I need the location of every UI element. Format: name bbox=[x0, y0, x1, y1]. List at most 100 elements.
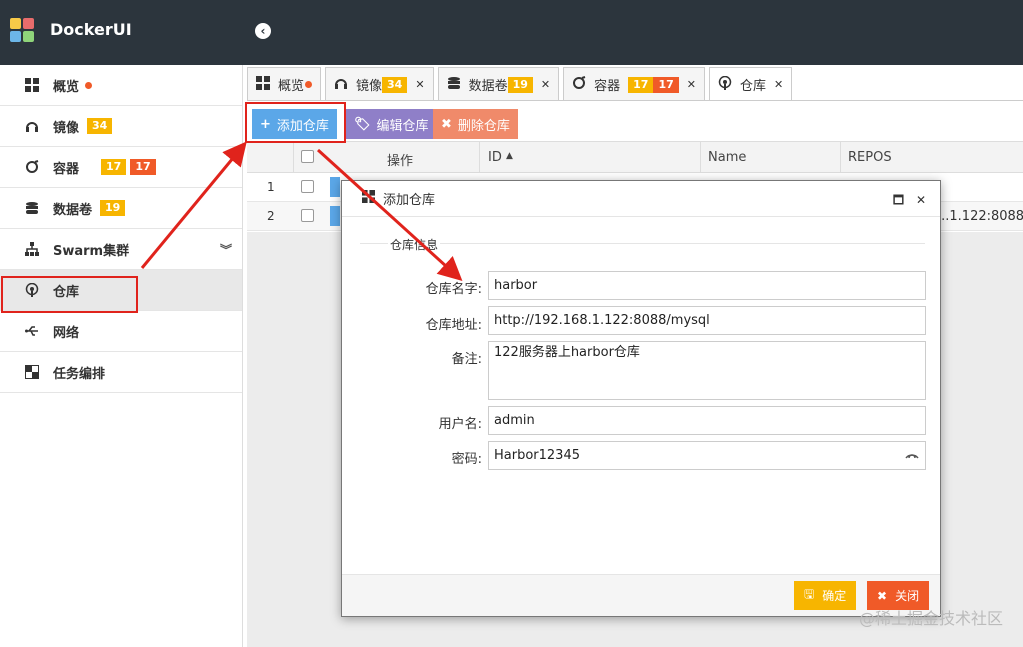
grid-header: 操作 ID ▲ Name REPOS bbox=[247, 141, 1023, 173]
database-icon bbox=[24, 200, 40, 216]
sidebar-item-label: 容器 bbox=[53, 161, 80, 177]
containers-running-badge: 17 bbox=[101, 159, 127, 175]
tab-label: 概览 bbox=[278, 79, 305, 94]
sort-asc-icon: ▲ bbox=[506, 151, 513, 161]
headphones-icon bbox=[334, 76, 348, 94]
dialog-title-bar: 添加仓库 bbox=[342, 181, 940, 217]
notification-dot bbox=[305, 81, 313, 88]
collapse-sidebar-icon[interactable]: ‹ bbox=[255, 23, 271, 39]
container-icon bbox=[572, 75, 586, 94]
tab-divider bbox=[247, 100, 1023, 101]
sidebar-item-label: 镜像 bbox=[53, 120, 80, 136]
sidebar-item-overview[interactable]: 概览 bbox=[0, 65, 242, 106]
chevron-down-icon: ︾ bbox=[219, 243, 232, 257]
username-input[interactable]: admin bbox=[488, 406, 926, 435]
tab-bar: 概览 镜像 34 ✕ 数据卷 19 ✕ 容器 17 17 ✕ 仓库 ✕ bbox=[247, 67, 796, 101]
tag-icon: 🏷 bbox=[354, 116, 371, 132]
sidebar-item-swarm[interactable]: Swarm集群 ︾ bbox=[0, 229, 242, 270]
sidebar-item-containers[interactable]: 容器 17 17 bbox=[0, 147, 242, 188]
password-value: Harbor12345 bbox=[494, 448, 580, 463]
close-icon[interactable]: ✕ bbox=[415, 78, 424, 91]
sidebar-item-label: 任务编排 bbox=[53, 366, 106, 382]
close-icon: ✖ bbox=[877, 588, 888, 603]
fieldset-divider bbox=[360, 243, 925, 244]
tab-label: 仓库 bbox=[739, 79, 766, 94]
registry-name-input[interactable]: harbor bbox=[488, 271, 926, 300]
registry-address-label: 仓库地址: bbox=[425, 318, 482, 333]
tab-containers[interactable]: 容器 17 17 ✕ bbox=[563, 67, 705, 101]
usb-icon bbox=[24, 323, 40, 339]
sidebar-item-label: 概览 bbox=[53, 79, 80, 95]
database-icon bbox=[447, 76, 461, 94]
windows-icon bbox=[24, 77, 40, 93]
confirm-button[interactable]: 🖫 确定 bbox=[794, 581, 857, 610]
sidebar-item-tasks[interactable]: 任务编排 bbox=[0, 352, 242, 393]
fieldset-legend: 仓库信息 bbox=[388, 236, 441, 253]
sidebar: 概览 镜像 34 容器 17 17 数据卷 19 Swarm集群 ︾ 仓库 网络… bbox=[0, 65, 243, 647]
edit-registry-button[interactable]: 🏷 编辑仓库 bbox=[346, 109, 437, 139]
column-header-name[interactable]: Name bbox=[708, 150, 746, 165]
container-icon bbox=[24, 159, 40, 175]
headphones-icon bbox=[24, 118, 40, 134]
tab-badge: 17 bbox=[628, 76, 654, 93]
username-label: 用户名: bbox=[438, 417, 482, 432]
confirm-label: 确定 bbox=[822, 589, 847, 603]
row-action-button[interactable] bbox=[330, 177, 340, 197]
tab-label: 数据卷 bbox=[468, 79, 508, 94]
tab-badge: 19 bbox=[507, 76, 533, 93]
registry-name-label: 仓库名字: bbox=[425, 282, 482, 297]
close-icon[interactable]: ✕ bbox=[541, 78, 550, 91]
images-count-badge: 34 bbox=[87, 118, 113, 134]
password-field[interactable]: Harbor12345 bbox=[488, 441, 926, 470]
edit-registry-label: 编辑仓库 bbox=[376, 118, 429, 134]
tab-volumes[interactable]: 数据卷 19 ✕ bbox=[437, 67, 560, 101]
app-title: DockerUI bbox=[50, 20, 132, 39]
sidebar-item-images[interactable]: 镜像 34 bbox=[0, 106, 242, 147]
delete-registry-button[interactable]: ✖ 删除仓库 bbox=[433, 109, 518, 139]
tab-label: 镜像 bbox=[356, 79, 383, 94]
row-checkbox[interactable] bbox=[301, 180, 314, 193]
close-icon: ✖ bbox=[441, 116, 452, 132]
row-action-button[interactable] bbox=[330, 206, 340, 226]
windows-icon bbox=[362, 190, 375, 207]
app-header: DockerUI ‹ bbox=[0, 0, 1023, 65]
add-registry-dialog: 添加仓库 🗖 ✕ 仓库信息 仓库名字: harbor 仓库地址: http://… bbox=[341, 180, 941, 617]
delete-registry-label: 删除仓库 bbox=[457, 118, 510, 134]
select-all-checkbox[interactable] bbox=[301, 150, 314, 163]
tab-overview[interactable]: 概览 bbox=[247, 67, 322, 101]
show-password-icon[interactable] bbox=[905, 443, 919, 470]
tab-registry[interactable]: 仓库 ✕ bbox=[708, 67, 793, 101]
close-icon[interactable]: ✕ bbox=[774, 78, 783, 91]
windows-icon bbox=[256, 75, 270, 94]
maximize-icon[interactable]: 🗖 bbox=[893, 193, 904, 207]
registry-address-input[interactable]: http://192.168.1.122:8088/mysql bbox=[488, 306, 926, 335]
sidebar-item-network[interactable]: 网络 bbox=[0, 311, 242, 352]
tasks-icon bbox=[24, 364, 40, 380]
tab-label: 容器 bbox=[594, 79, 621, 94]
save-icon: 🖫 bbox=[804, 587, 815, 601]
column-header-repos[interactable]: REPOS bbox=[848, 150, 892, 165]
row-number: 1 bbox=[267, 180, 275, 194]
dialog-title: 添加仓库 bbox=[383, 193, 436, 208]
password-label: 密码: bbox=[451, 452, 482, 467]
close-icon[interactable]: ✕ bbox=[916, 193, 926, 207]
tab-badge: 17 bbox=[653, 76, 679, 93]
dockerui-logo-icon bbox=[10, 18, 36, 44]
column-header-actions: 操作 bbox=[387, 154, 414, 169]
row-checkbox[interactable] bbox=[301, 209, 314, 222]
dialog-controls: 🗖 ✕ bbox=[885, 191, 926, 212]
close-icon[interactable]: ✕ bbox=[687, 78, 696, 91]
column-header-id[interactable]: ID bbox=[488, 150, 502, 165]
remark-textarea[interactable]: 122服务器上harbor仓库 bbox=[488, 341, 926, 400]
watermark-text: @稀土掘金技术社区 bbox=[858, 609, 1003, 628]
row-repos-cell: ...1.122:8088/ bbox=[937, 209, 1023, 224]
volumes-count-badge: 19 bbox=[100, 200, 126, 216]
sidebar-item-volumes[interactable]: 数据卷 19 bbox=[0, 188, 242, 229]
tab-badge: 34 bbox=[382, 76, 408, 93]
dialog-footer: 🖫 确定 ✖ 关闭 bbox=[342, 574, 940, 616]
tab-images[interactable]: 镜像 34 ✕ bbox=[325, 67, 434, 101]
remark-label: 备注: bbox=[451, 352, 482, 367]
notification-dot bbox=[85, 81, 93, 89]
podcast-icon bbox=[718, 75, 732, 94]
sidebar-item-label: 网络 bbox=[53, 325, 80, 341]
